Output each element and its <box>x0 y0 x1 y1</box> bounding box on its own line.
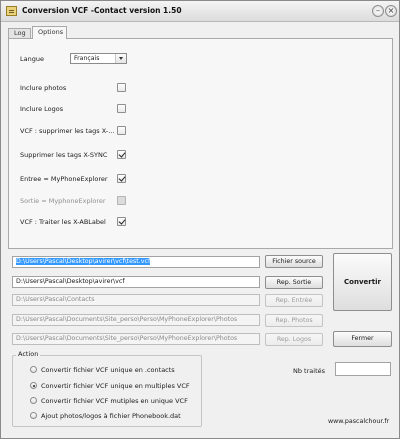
minimize-button[interactable]: – <box>372 5 384 17</box>
process-xablabel-checkbox[interactable] <box>117 217 126 226</box>
entries-dir-button[interactable]: Rep. Entrée <box>265 294 323 307</box>
convert-button[interactable]: Convertir <box>333 253 392 311</box>
photos-dir-button[interactable]: Rep. Photos <box>265 314 323 327</box>
chevron-down-icon[interactable] <box>115 54 126 63</box>
action-radio-phonebook[interactable] <box>30 412 37 419</box>
website-link[interactable]: www.pascalchour.fr <box>328 418 389 425</box>
window-title: Conversion VCF -Contact version 1.50 <box>22 6 182 15</box>
include-photos-checkbox[interactable] <box>117 83 126 92</box>
language-select-value: Français <box>74 55 100 62</box>
photos-dir-input[interactable]: D:\Users\Pascal\Documents\Site_perso\Per… <box>12 314 260 326</box>
logos-dir-button[interactable]: Rep. Logos <box>265 333 323 346</box>
source-file-input[interactable]: D:\Users\Pascal\Desktop\avirer\vcf\test.… <box>12 256 260 268</box>
output-dir-button[interactable]: Rep. Sortie <box>265 276 323 289</box>
input-myphoneexplorer-checkbox[interactable] <box>117 174 126 183</box>
include-logos-checkbox[interactable] <box>117 104 126 113</box>
output-myphoneexplorer-label: Sortie = MyphoneExplorer <box>20 197 106 205</box>
action-option-phonebook[interactable]: Ajout photos/logos à fichier Phonebook.d… <box>41 412 181 420</box>
remove-x-tags-label: VCF : supprimer les tags X-... <box>20 127 115 135</box>
include-logos-label: Inclure Logos <box>20 105 64 113</box>
action-group-title: Action <box>16 350 41 358</box>
action-radio-contacts[interactable] <box>30 366 37 373</box>
tab-log[interactable]: Log <box>8 28 31 38</box>
input-myphoneexplorer-label: Entree = MyPhoneExplorer <box>20 175 108 183</box>
action-radio-single-vcf[interactable] <box>30 397 37 404</box>
close-window-button[interactable]: × <box>385 5 397 17</box>
action-option-single-vcf[interactable]: Convertir fichier VCF mutiples en unique… <box>41 397 188 405</box>
logos-dir-input[interactable]: D:\Users\Pascal\Documents\Site_perso\Per… <box>12 333 260 345</box>
include-photos-label: Inclure photos <box>20 84 67 92</box>
language-select[interactable]: Français <box>70 53 127 64</box>
remove-x-tags-checkbox[interactable] <box>117 126 126 135</box>
app-window: Conversion VCF -Contact version 1.50 – ×… <box>0 0 400 439</box>
source-file-value: D:\Users\Pascal\Desktop\avirer\vcf\test.… <box>16 258 151 265</box>
output-dir-input[interactable]: D:\Users\Pascal\Desktop\avirer\vcf <box>12 276 260 288</box>
remove-xsync-label: Supprimer les tags X-SYNC <box>20 151 108 159</box>
entries-dir-input[interactable]: D:\Users\Pascal\Contacts <box>12 294 260 306</box>
action-option-multi-vcf[interactable]: Convertir fichier VCF unique en multiple… <box>41 382 190 390</box>
action-radio-multi-vcf[interactable] <box>30 382 37 389</box>
action-option-contacts[interactable]: Convertir fichier VCF unique en .contact… <box>41 366 175 374</box>
app-icon <box>6 6 17 16</box>
title-bar: Conversion VCF -Contact version 1.50 – × <box>1 1 399 22</box>
language-label: Langue <box>20 55 44 63</box>
source-file-button[interactable]: Fichier source <box>265 255 323 268</box>
options-panel: Langue Français Inclure photos Inclure L… <box>8 38 393 249</box>
close-button[interactable]: Fermer <box>333 331 392 347</box>
processed-count-field <box>335 362 391 376</box>
remove-xsync-checkbox[interactable] <box>117 150 126 159</box>
processed-count-label: Nb traités <box>293 367 325 375</box>
tab-options[interactable]: Options <box>32 26 67 39</box>
output-myphoneexplorer-checkbox[interactable] <box>117 196 126 205</box>
process-xablabel-label: VCF : Traiter les X-ABLabel <box>20 218 106 226</box>
